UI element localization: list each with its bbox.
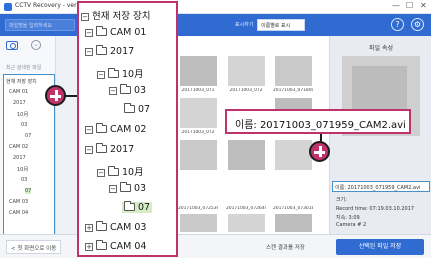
folder-icon — [108, 68, 119, 78]
help-icon[interactable]: ? — [391, 18, 404, 31]
file-thumbnail[interactable] — [180, 140, 217, 170]
tree-item-cam03[interactable]: + CAM 03 — [85, 221, 146, 233]
tree-item-month[interactable]: −10月 — [97, 66, 144, 80]
close-button[interactable]: ✕ — [420, 1, 427, 10]
tree-root[interactable]: − 현재 저장 장치 — [81, 8, 150, 22]
file-size-value: 크기: — [336, 197, 347, 203]
file-caption: 20171003_071 — [181, 88, 215, 93]
tree-item-year[interactable]: −2017 — [85, 143, 134, 155]
toolbar: 파일명을 입력하세요 표시하기 이름별로 표시 ? ⚙ — [0, 14, 431, 36]
folder-icon — [124, 201, 135, 211]
title-bar: CCTV Recovery - version 1 — ☐ ✕ — [0, 0, 431, 14]
folder-icon — [120, 182, 131, 192]
duration-value: 지속: 3:09 — [336, 215, 360, 221]
mini-tree-item[interactable]: CAM 01 — [9, 89, 28, 95]
plus-marker-icon — [309, 141, 330, 162]
mini-tree-item[interactable]: 03 — [21, 177, 27, 183]
folder-icon — [96, 240, 107, 250]
file-thumbnail[interactable] — [180, 56, 217, 86]
mini-tree-item[interactable]: 07 — [25, 133, 31, 139]
mini-tree-item[interactable]: CAM 02 — [9, 144, 28, 150]
file-thumbnail[interactable] — [228, 140, 265, 170]
mini-tree-item[interactable]: 2017 — [13, 155, 26, 161]
minimize-button[interactable]: — — [392, 1, 400, 10]
tree-item-cam02[interactable]: − CAM 02 — [85, 123, 146, 135]
file-caption: 20171003_072644_CAM2 — [226, 206, 266, 211]
plus-marker-icon — [45, 85, 66, 106]
bottom-bar: < 첫 화면으로 이동 스캔 결과를 저장 선택된 파일 저장 — [0, 234, 431, 258]
file-thumbnail[interactable] — [275, 140, 312, 170]
back-to-start-button[interactable]: < 첫 화면으로 이동 — [6, 240, 62, 254]
chevron-down-icon[interactable]: ⌄ — [31, 40, 41, 50]
display-select[interactable]: 이름별로 표시 — [257, 19, 305, 31]
tree-item-year[interactable]: −2017 — [85, 45, 134, 57]
mini-tree-root[interactable]: 현재 저장 장치 — [6, 78, 37, 85]
tree-item-day[interactable]: −03 — [109, 84, 146, 96]
file-thumbnail[interactable] — [180, 214, 217, 232]
file-caption: 20171003_071800_CAM2 — [273, 88, 313, 93]
file-caption: 20171003_072 — [229, 88, 263, 93]
tree-item-day[interactable]: −03 — [109, 182, 146, 194]
display-label: 표시하기 — [235, 22, 254, 28]
recent-files-label[interactable]: 최근 검색된 파일 — [6, 64, 41, 71]
tree-item-cam04[interactable]: + CAM 04 — [85, 240, 146, 252]
file-thumbnail[interactable] — [228, 214, 265, 232]
folder-tree-zoom: − 현재 저장 장치 − CAM 01 −2017 −10月 −03 07 − CAM… — [77, 1, 178, 257]
file-caption: 20171003_072 — [181, 130, 215, 135]
app-logo-icon — [4, 3, 12, 11]
file-name-value: 이름: 20171003_071959_CAM2.avi — [335, 185, 421, 191]
tree-item-hour-selected[interactable]: 07 — [122, 201, 153, 213]
folder-icon — [96, 123, 107, 133]
file-caption: 20171003_072539_CAM2 — [178, 206, 218, 211]
maximize-button[interactable]: ☐ — [406, 1, 413, 10]
file-name-zoom: 이름: 20171003_071959_CAM2.avi — [225, 109, 411, 134]
mini-tree-item-selected[interactable]: 07 — [25, 188, 32, 194]
save-scan-results-button[interactable]: 스캔 결과를 저장 — [262, 240, 309, 254]
file-thumbnail[interactable] — [228, 56, 265, 86]
folder-icon — [120, 84, 131, 94]
mini-tree-item[interactable]: CAM 03 — [9, 199, 28, 205]
camera-value: Camera # 2 — [336, 222, 367, 228]
properties-heading: 파일 속성 — [369, 45, 393, 52]
folder-icon — [96, 45, 107, 55]
folder-icon — [108, 166, 119, 176]
tree-item-hour[interactable]: 07 — [124, 103, 150, 115]
mini-tree-item[interactable]: CAM 04 — [9, 210, 28, 216]
file-grid: 20171003_071 20171003_072 20171003_07180… — [178, 36, 329, 234]
folder-icon — [124, 103, 135, 113]
file-properties-panel: 파일 속성 이름: 20171003_071959_CAM2.avi 크기: R… — [329, 36, 431, 234]
mini-tree-item[interactable]: 03 — [21, 122, 27, 128]
mini-tree-item[interactable]: 10月 — [17, 166, 28, 173]
gear-icon[interactable]: ⚙ — [411, 18, 424, 31]
mini-tree-item[interactable]: 10月 — [17, 111, 28, 118]
record-time-value: Record time: 07:19.03.10.2017 — [336, 206, 415, 212]
folder-icon — [96, 221, 107, 231]
save-selected-files-button[interactable]: 선택된 파일 저장 — [336, 239, 424, 255]
search-input[interactable]: 파일명을 입력하세요 — [5, 19, 75, 31]
file-thumbnail[interactable] — [275, 214, 312, 232]
file-caption: 20171003_073018_CAM2 — [273, 206, 313, 211]
folder-icon — [96, 143, 107, 153]
sidebar: ⌄ 최근 검색된 파일 현재 저장 장치 CAM 01 2017 10月 03 … — [0, 36, 56, 256]
folder-icon — [96, 26, 107, 36]
mini-tree-item[interactable]: 2017 — [13, 100, 26, 106]
tree-item-cam01[interactable]: − CAM 01 — [85, 26, 146, 38]
file-thumbnail[interactable] — [180, 98, 217, 128]
tree-item-month[interactable]: −10月 — [97, 164, 144, 178]
camera-icon[interactable] — [6, 41, 18, 50]
file-name-zoom-text: 이름: 20171003_071959_CAM2.avi — [235, 120, 406, 131]
file-thumbnail[interactable] — [275, 56, 312, 86]
